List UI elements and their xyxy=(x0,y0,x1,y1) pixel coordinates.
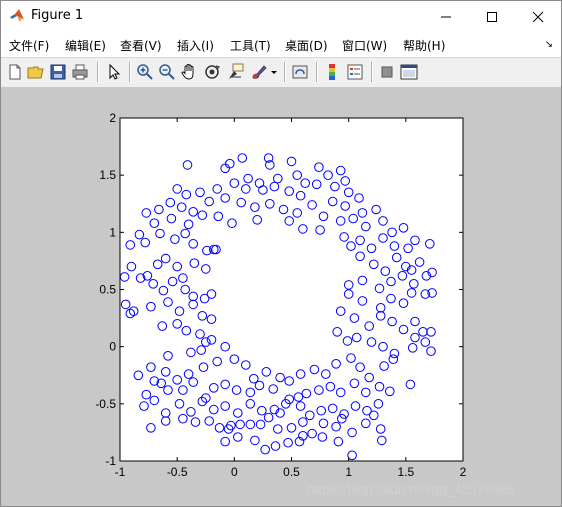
y-tick-label: -0.5 xyxy=(95,397,116,411)
show-plot-tools-icon xyxy=(400,64,418,80)
x-tick-label: 1 xyxy=(345,465,352,479)
open-file-button[interactable] xyxy=(27,63,45,81)
menu-view[interactable]: 查看(V) xyxy=(120,37,162,54)
menu-help[interactable]: 帮助(H) xyxy=(403,37,445,54)
hide-plot-tools-button[interactable] xyxy=(378,63,396,81)
axes-background xyxy=(120,118,463,461)
brush-button[interactable] xyxy=(250,63,268,81)
zoom-in-button[interactable] xyxy=(136,63,154,81)
minimize-icon xyxy=(441,16,451,17)
insert-colorbar-icon xyxy=(329,64,335,80)
zoom-out-icon xyxy=(159,64,175,80)
y-tick-label: -1 xyxy=(105,454,116,468)
insert-legend-button[interactable] xyxy=(346,63,364,81)
y-tick-label: 0 xyxy=(109,340,116,354)
y-tick-label: 1.5 xyxy=(99,168,116,182)
x-tick-label: -0.5 xyxy=(167,465,188,479)
zoom-in-icon xyxy=(137,64,153,80)
menu-desktop[interactable]: 桌面(D) xyxy=(285,37,328,54)
y-tick-label: 0.5 xyxy=(99,283,116,297)
x-tick-label: 0 xyxy=(231,465,238,479)
menu-insert[interactable]: 插入(I) xyxy=(177,37,214,54)
rotate-3d-button[interactable] xyxy=(203,63,221,81)
figure-canvas: -1 -0.5 0 0.5 1 1.5 2 -1 -0.5 0 0.5 1 1.5 2 xyxy=(1,87,561,506)
new-figure-icon xyxy=(9,64,21,80)
menu-tools[interactable]: 工具(T) xyxy=(230,37,271,54)
print-figure-icon xyxy=(72,64,88,80)
rotate-3d-icon xyxy=(205,65,221,79)
data-cursor-icon xyxy=(229,63,244,79)
insert-legend-icon xyxy=(347,64,363,80)
hide-plot-tools-icon xyxy=(381,66,393,78)
figure-toolbar xyxy=(1,57,561,88)
window-title: Figure 1 xyxy=(31,8,84,23)
x-tick-label: -1 xyxy=(115,465,126,479)
menubar-overflow-icon[interactable]: ↘ xyxy=(545,39,553,50)
close-button[interactable] xyxy=(515,1,561,32)
chevron-down-icon xyxy=(271,71,277,74)
x-tick-label: 1.5 xyxy=(397,465,414,479)
open-file-icon xyxy=(27,66,44,79)
toolbar-separator xyxy=(316,62,318,82)
show-plot-tools-button[interactable] xyxy=(400,63,418,81)
edit-plot-button[interactable] xyxy=(105,63,123,81)
print-figure-button[interactable] xyxy=(71,63,89,81)
toolbar-separator xyxy=(371,62,373,82)
brush-icon xyxy=(252,65,267,79)
x-tick-label: 2 xyxy=(460,465,467,479)
save-figure-button[interactable] xyxy=(49,63,67,81)
minimize-button[interactable] xyxy=(423,1,469,32)
save-figure-icon xyxy=(50,64,66,80)
figure-window: Figure 1 文件(F) 编辑(E) 查看(V) 插入(I) 工具(T) 桌… xyxy=(0,0,562,507)
edit-plot-arrow-icon xyxy=(109,63,121,80)
watermark: https://blog.csdn.net/qq_42579966 xyxy=(307,482,515,497)
maximize-icon xyxy=(487,11,497,22)
y-tick-label: 2 xyxy=(109,111,116,125)
close-icon xyxy=(532,11,544,22)
zoom-out-button[interactable] xyxy=(158,63,176,81)
menu-window[interactable]: 窗口(W) xyxy=(342,37,387,54)
data-cursor-button[interactable] xyxy=(227,63,245,81)
link-plot-icon xyxy=(292,65,308,79)
matlab-logo-icon xyxy=(9,8,25,24)
title-bar[interactable]: Figure 1 xyxy=(1,1,561,32)
menu-edit[interactable]: 编辑(E) xyxy=(65,37,106,54)
scatter-plot[interactable]: -1 -0.5 0 0.5 1 1.5 2 -1 -0.5 0 0.5 1 1.5 2 xyxy=(1,87,561,506)
toolbar-separator xyxy=(284,62,286,82)
insert-colorbar-button[interactable] xyxy=(323,63,341,81)
menu-file[interactable]: 文件(F) xyxy=(9,37,49,54)
toolbar-separator xyxy=(97,62,99,82)
brush-dropdown-button[interactable] xyxy=(269,63,279,81)
pan-button[interactable] xyxy=(180,63,198,81)
y-tick-label: 1 xyxy=(109,225,116,239)
x-tick-label: 0.5 xyxy=(283,465,300,479)
pan-hand-icon xyxy=(181,64,194,80)
menu-bar: 文件(F) 编辑(E) 查看(V) 插入(I) 工具(T) 桌面(D) 窗口(W… xyxy=(1,33,561,57)
maximize-button[interactable] xyxy=(469,1,515,32)
new-figure-button[interactable] xyxy=(6,63,24,81)
toolbar-separator xyxy=(129,62,131,82)
link-plot-button[interactable] xyxy=(291,63,309,81)
